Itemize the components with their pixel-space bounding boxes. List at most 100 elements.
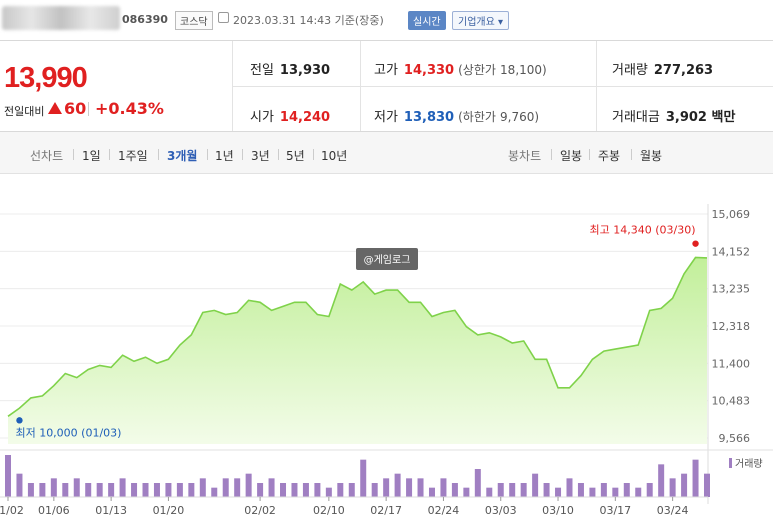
realtime-button[interactable]: 실시간 xyxy=(408,11,446,30)
volume-bar xyxy=(234,478,241,497)
x-tick-label: 03/17 xyxy=(599,504,631,517)
volume-bar xyxy=(199,478,206,497)
tab-3y[interactable]: 3년 xyxy=(251,147,270,164)
volume-bar xyxy=(440,478,447,497)
low-cell: 저가 13,830 (하한가 9,760) xyxy=(374,110,540,125)
y-tick-label: 12,318 xyxy=(712,320,751,333)
volume-bar xyxy=(348,483,355,497)
chart-tabs: 선차트 1일 1주일 3개월 1년 3년 5년 10년 봉차트 일봉 주봉 월봉 xyxy=(0,132,773,174)
prev-close-cell: 전일 13,930 xyxy=(250,63,331,78)
tab-1d[interactable]: 1일 xyxy=(82,147,101,164)
volume-bar xyxy=(16,473,23,497)
divider xyxy=(589,149,590,160)
volume-legend-swatch xyxy=(729,458,732,468)
volume-bar xyxy=(451,483,458,497)
stock-header: 086390 코스닥 2023.03.31 14:43 기준(장중) 실시간 기… xyxy=(0,0,773,40)
divider xyxy=(207,149,208,160)
volume-bar xyxy=(222,478,229,497)
tab-daily[interactable]: 일봉 xyxy=(560,147,582,164)
divider xyxy=(73,149,74,160)
volume-bar xyxy=(176,483,183,497)
price-change: 60 xyxy=(64,99,87,118)
divider xyxy=(242,149,243,160)
tab-1w[interactable]: 1주일 xyxy=(118,147,148,164)
volume-legend-label: 거래량 xyxy=(735,458,763,470)
volume-bar xyxy=(62,483,69,497)
divider xyxy=(158,149,159,160)
volume-bar xyxy=(291,483,298,497)
volume-bar xyxy=(669,478,676,497)
y-tick-label: 15,069 xyxy=(712,208,751,221)
divider xyxy=(631,149,632,160)
volume-bar xyxy=(257,483,264,497)
volume-bar xyxy=(314,483,321,497)
volume-bar xyxy=(119,478,126,497)
volume-bar xyxy=(337,483,344,497)
tab-weekly[interactable]: 주봉 xyxy=(598,147,620,164)
volume-bar xyxy=(589,487,596,497)
max-label: 최고 14,340 (03/30) xyxy=(590,224,696,237)
current-price: 13,990 xyxy=(4,62,88,94)
x-tick-label: 02/24 xyxy=(428,504,460,517)
trade-amount-cell: 거래대금 3,902 백만 xyxy=(612,110,736,125)
volume-bar xyxy=(612,487,619,497)
volume-bar xyxy=(681,473,688,497)
high-cell: 고가 14,330 (상한가 18,100) xyxy=(374,63,547,78)
volume-bar xyxy=(646,483,653,497)
volume-bar xyxy=(153,483,160,497)
company-info-dropdown[interactable]: 기업개요 ▾ xyxy=(452,11,509,30)
divider xyxy=(88,102,89,116)
volume-bar xyxy=(50,478,57,497)
market-badge: 코스닥 xyxy=(175,11,213,30)
quote-panel: 13,990 전일대비 60 +0.43% 전일 13,930 고가 14,330(… xyxy=(0,40,773,132)
price-change-pct: +0.43% xyxy=(95,99,164,118)
x-tick-label: 02/02 xyxy=(244,504,276,517)
tab-10y[interactable]: 10년 xyxy=(321,147,347,164)
stock-code: 086390 xyxy=(122,13,168,26)
volume-bar xyxy=(623,483,630,497)
tab-1y[interactable]: 1년 xyxy=(215,147,234,164)
x-tick-label: 02/10 xyxy=(313,504,345,517)
volume-bar xyxy=(371,483,378,497)
volume-bar xyxy=(73,478,80,497)
divider xyxy=(109,149,110,160)
volume-bar xyxy=(406,478,413,497)
y-tick-label: 14,152 xyxy=(712,245,751,258)
volume-bar xyxy=(566,478,573,497)
tab-monthly[interactable]: 월봉 xyxy=(640,147,662,164)
volume-bar xyxy=(704,473,710,497)
quote-datetime: 2023.03.31 14:43 기준(장중) xyxy=(233,14,384,27)
volume-bar xyxy=(417,478,424,497)
y-tick-label: 13,235 xyxy=(712,283,751,296)
candle-chart-label: 봉차트 xyxy=(508,149,542,163)
tab-5y[interactable]: 5년 xyxy=(286,147,305,164)
divider xyxy=(313,149,314,160)
volume-bar xyxy=(39,483,46,497)
volume-bar xyxy=(520,483,527,497)
volume-bar xyxy=(600,483,607,497)
divider xyxy=(278,149,279,160)
x-tick-label: 02/17 xyxy=(370,504,402,517)
clock-icon xyxy=(218,12,229,23)
volume-bar xyxy=(131,483,138,497)
x-tick-label: 03/24 xyxy=(657,504,689,517)
volume-bar xyxy=(268,478,275,497)
divider xyxy=(551,149,552,160)
y-tick-label: 10,483 xyxy=(712,395,751,408)
volume-bar xyxy=(577,483,584,497)
volume-bar xyxy=(532,473,539,497)
volume-bar xyxy=(555,487,562,497)
stock-name-blurred xyxy=(2,6,120,30)
up-arrow-icon xyxy=(48,102,62,114)
volume-bar xyxy=(302,483,309,497)
volume-bar xyxy=(692,459,699,497)
max-point xyxy=(692,240,699,247)
volume-bar xyxy=(658,464,665,497)
watermark-text: @게임로그 xyxy=(364,253,411,266)
volume-bar xyxy=(96,483,103,497)
x-tick-label: 01/06 xyxy=(38,504,70,517)
tab-3m[interactable]: 3개월 xyxy=(167,147,197,164)
price-chart: 15,069 14,152 13,235 12,318 11,400 10,483 9,56… xyxy=(0,204,773,517)
y-tick-label: 11,400 xyxy=(712,357,751,370)
volume-bar xyxy=(211,487,218,497)
